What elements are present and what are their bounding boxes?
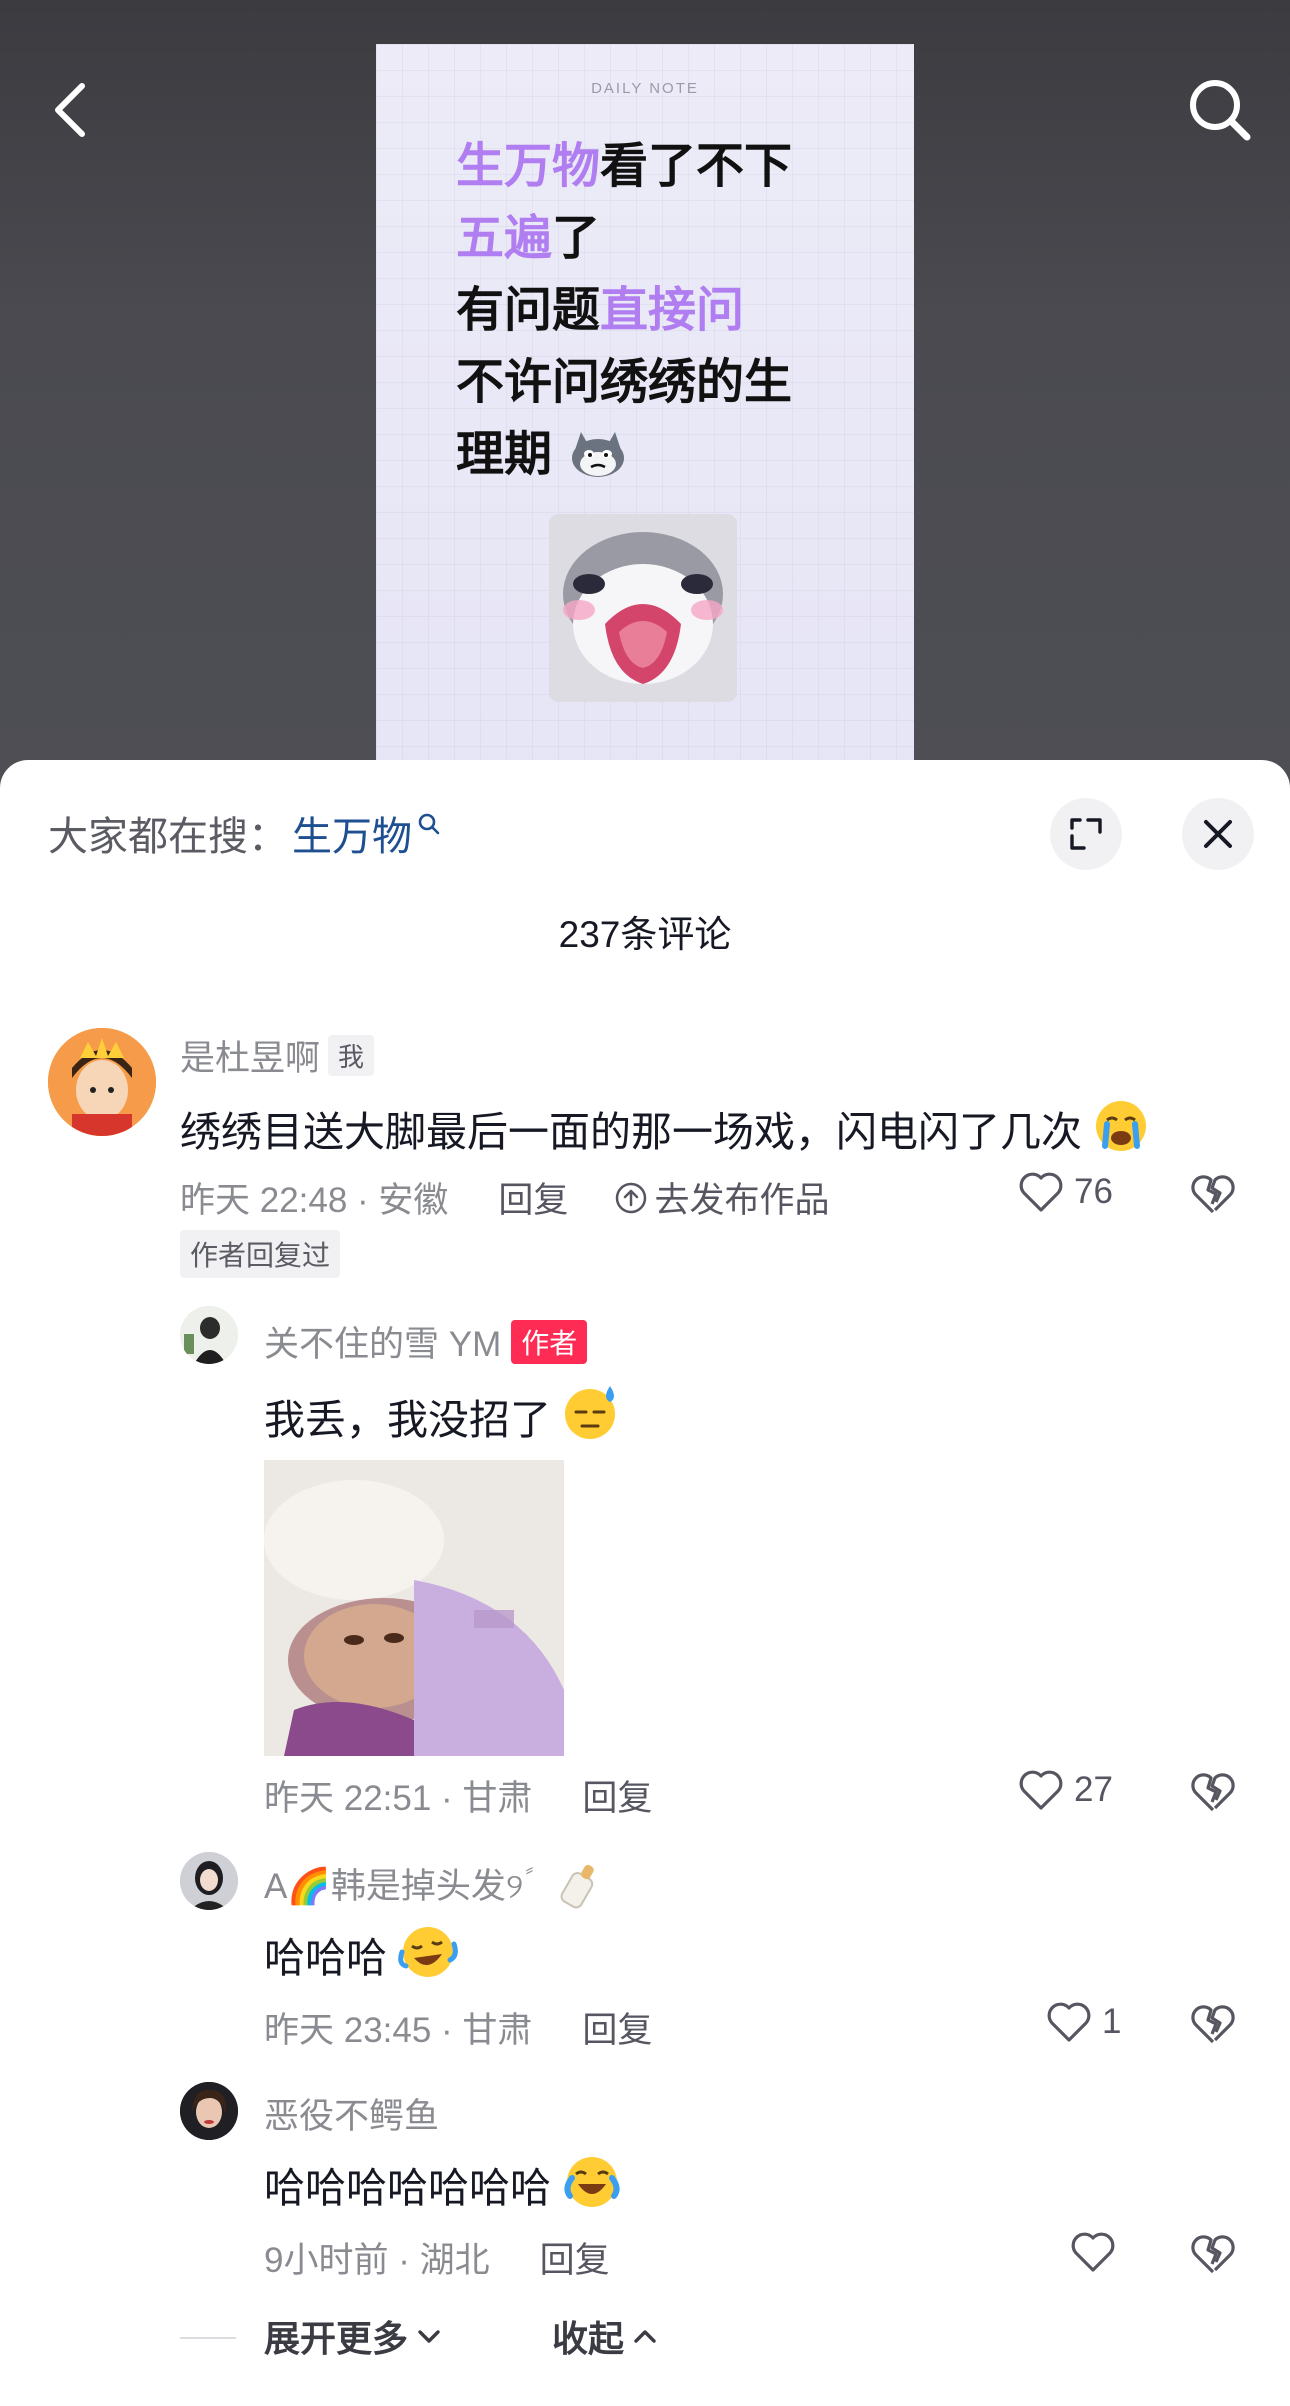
- heart-icon: [1019, 1770, 1063, 1810]
- comment-time-location: 昨天 22:48 · 安徽: [180, 1181, 449, 1220]
- comment-text[interactable]: 绣绣目送大脚最后一面的那一场戏，闪电闪了几次: [180, 1098, 1149, 1158]
- broken-heart-icon: [1191, 1773, 1235, 1812]
- publish-work-button[interactable]: 去发布作品: [614, 1172, 829, 1223]
- trending-search-term[interactable]: 生万物: [292, 804, 412, 862]
- trending-search-prefix: 大家都在搜：: [48, 815, 288, 859]
- baby-bottle-icon: [560, 1864, 594, 1909]
- laughing-crying-icon: [564, 2157, 620, 2207]
- avatar[interactable]: [180, 2082, 238, 2140]
- comment-username[interactable]: 是杜昱啊我: [180, 1030, 375, 1081]
- reply-button[interactable]: 回复: [540, 2232, 610, 2283]
- expand-more-label: 展开更多: [264, 2318, 409, 2359]
- reply-button[interactable]: 回复: [582, 2002, 652, 2053]
- broken-heart-icon: [1191, 1175, 1235, 1214]
- like-button[interactable]: [1070, 2230, 1126, 2274]
- like-count: 27: [1074, 1770, 1113, 1809]
- search-icon: [1190, 80, 1251, 141]
- like-count: 1: [1102, 2002, 1122, 2041]
- publish-work-label: 去发布作品: [654, 1181, 830, 1220]
- reply-button[interactable]: 回复: [582, 1770, 652, 1821]
- heart-icon: [1047, 2002, 1091, 2042]
- dislike-button[interactable]: [1190, 1770, 1236, 1819]
- avatar[interactable]: [180, 1852, 238, 1910]
- expand-more-button[interactable]: 展开更多: [264, 2310, 444, 2362]
- broken-heart-icon: [1191, 2235, 1235, 2274]
- like-button[interactable]: 76: [1018, 1170, 1113, 1214]
- username-text[interactable]: 是杜昱啊: [180, 1039, 320, 1078]
- close-button[interactable]: [1182, 798, 1254, 870]
- comment-text[interactable]: 哈哈哈哈哈哈哈: [264, 2154, 622, 2214]
- crying-face-icon: [1096, 1101, 1147, 1151]
- comment-meta: 昨天 22:51 · 甘肃 回复: [264, 1770, 652, 1821]
- username-text[interactable]: 关不住的雪 YM: [264, 1325, 501, 1364]
- dislike-button[interactable]: [1190, 1172, 1236, 1221]
- heart-icon: [1019, 1172, 1063, 1212]
- back-button[interactable]: [30, 70, 110, 150]
- comment-time-location: 9小时前 · 湖北: [264, 2241, 490, 2280]
- note-tag: DAILY NOTE: [591, 80, 699, 97]
- broken-heart-icon: [1191, 2005, 1235, 2044]
- husky-face-icon: [571, 432, 624, 477]
- like-button[interactable]: 27: [1018, 1768, 1113, 1812]
- dislike-button[interactable]: [1190, 2232, 1236, 2281]
- comment-meta: 昨天 23:45 · 甘肃 回复: [264, 2002, 652, 2053]
- comment-meta: 昨天 22:48 · 安徽 回复 去发布作品: [180, 1172, 829, 1223]
- upload-circle-icon: [616, 1182, 647, 1213]
- heart-icon: [1071, 2232, 1115, 2272]
- dislike-button[interactable]: [1190, 2002, 1236, 2051]
- comment-count: 237条评论: [558, 914, 732, 955]
- laughing-tears-icon: [398, 1927, 459, 1977]
- comment-text-body: 绣绣目送大脚最后一面的那一场戏，闪电闪了几次: [180, 1109, 1082, 1155]
- sweat-face-icon: [565, 1386, 616, 1439]
- avatar[interactable]: [48, 1028, 156, 1136]
- expand-icon: [1070, 818, 1102, 850]
- trending-search[interactable]: 大家都在搜： 生万物: [48, 804, 442, 862]
- back-arrow-icon: [55, 83, 85, 137]
- collapse-button[interactable]: 收起: [552, 2310, 660, 2362]
- expand-button[interactable]: [1050, 798, 1122, 870]
- chevron-down-icon: [418, 2330, 440, 2343]
- like-count: 76: [1074, 1172, 1113, 1211]
- search-button[interactable]: [1180, 70, 1260, 150]
- comment-text[interactable]: 哈哈哈: [264, 1924, 459, 1984]
- comment-text-body: 我丢，我没招了: [264, 1397, 551, 1443]
- comment-time-location: 昨天 23:45 · 甘肃: [264, 2011, 533, 2050]
- username-text[interactable]: A🌈韩是掉头发୨ً: [264, 1867, 523, 1906]
- chevron-up-icon: [634, 2330, 656, 2343]
- comment-username[interactable]: A🌈韩是掉头发୨ً: [264, 1858, 601, 1910]
- comment-username[interactable]: 恶役不鳄鱼: [264, 2088, 439, 2139]
- search-small-icon: [418, 813, 440, 835]
- author-badge: 作者: [511, 1320, 588, 1364]
- comment-time-location: 昨天 22:51 · 甘肃: [264, 1779, 533, 1818]
- reply-button[interactable]: 回复: [498, 1172, 568, 1223]
- video-preview[interactable]: DAILY NOTE 生万物看了不下 五遍了 有问题直接问 不许问绣绣的生 理期: [0, 0, 1290, 800]
- like-button[interactable]: 1: [1046, 2000, 1121, 2044]
- username-text[interactable]: 恶役不鳄鱼: [264, 2097, 439, 2136]
- monkey-sticker-image[interactable]: [264, 1460, 564, 1756]
- cat-sticker-image: [549, 514, 737, 702]
- comment-meta: 9小时前 · 湖北 回复: [264, 2232, 610, 2283]
- comment-text[interactable]: 我丢，我没招了: [264, 1382, 622, 1446]
- replies-divider: [180, 2337, 236, 2339]
- comment-text-body: 哈哈哈哈哈哈哈: [264, 2165, 551, 2211]
- note-text: 生万物看了不下 五遍了 有问题直接问 不许问绣绣的生 理期: [456, 138, 793, 482]
- author-replied-badge: 作者回复过: [180, 1230, 341, 1278]
- comments-sheet: 大家都在搜： 生万物 237条评论: [0, 760, 1290, 2406]
- comment-username[interactable]: 关不住的雪 YM 作者: [264, 1316, 588, 1367]
- collapse-label: 收起: [552, 2318, 625, 2359]
- comment-text-body: 哈哈哈: [264, 1935, 387, 1981]
- self-badge: 我: [328, 1035, 375, 1076]
- avatar[interactable]: [180, 1306, 238, 1364]
- note-image: DAILY NOTE 生万物看了不下 五遍了 有问题直接问 不许问绣绣的生 理期: [376, 44, 914, 800]
- close-icon: [1204, 820, 1232, 848]
